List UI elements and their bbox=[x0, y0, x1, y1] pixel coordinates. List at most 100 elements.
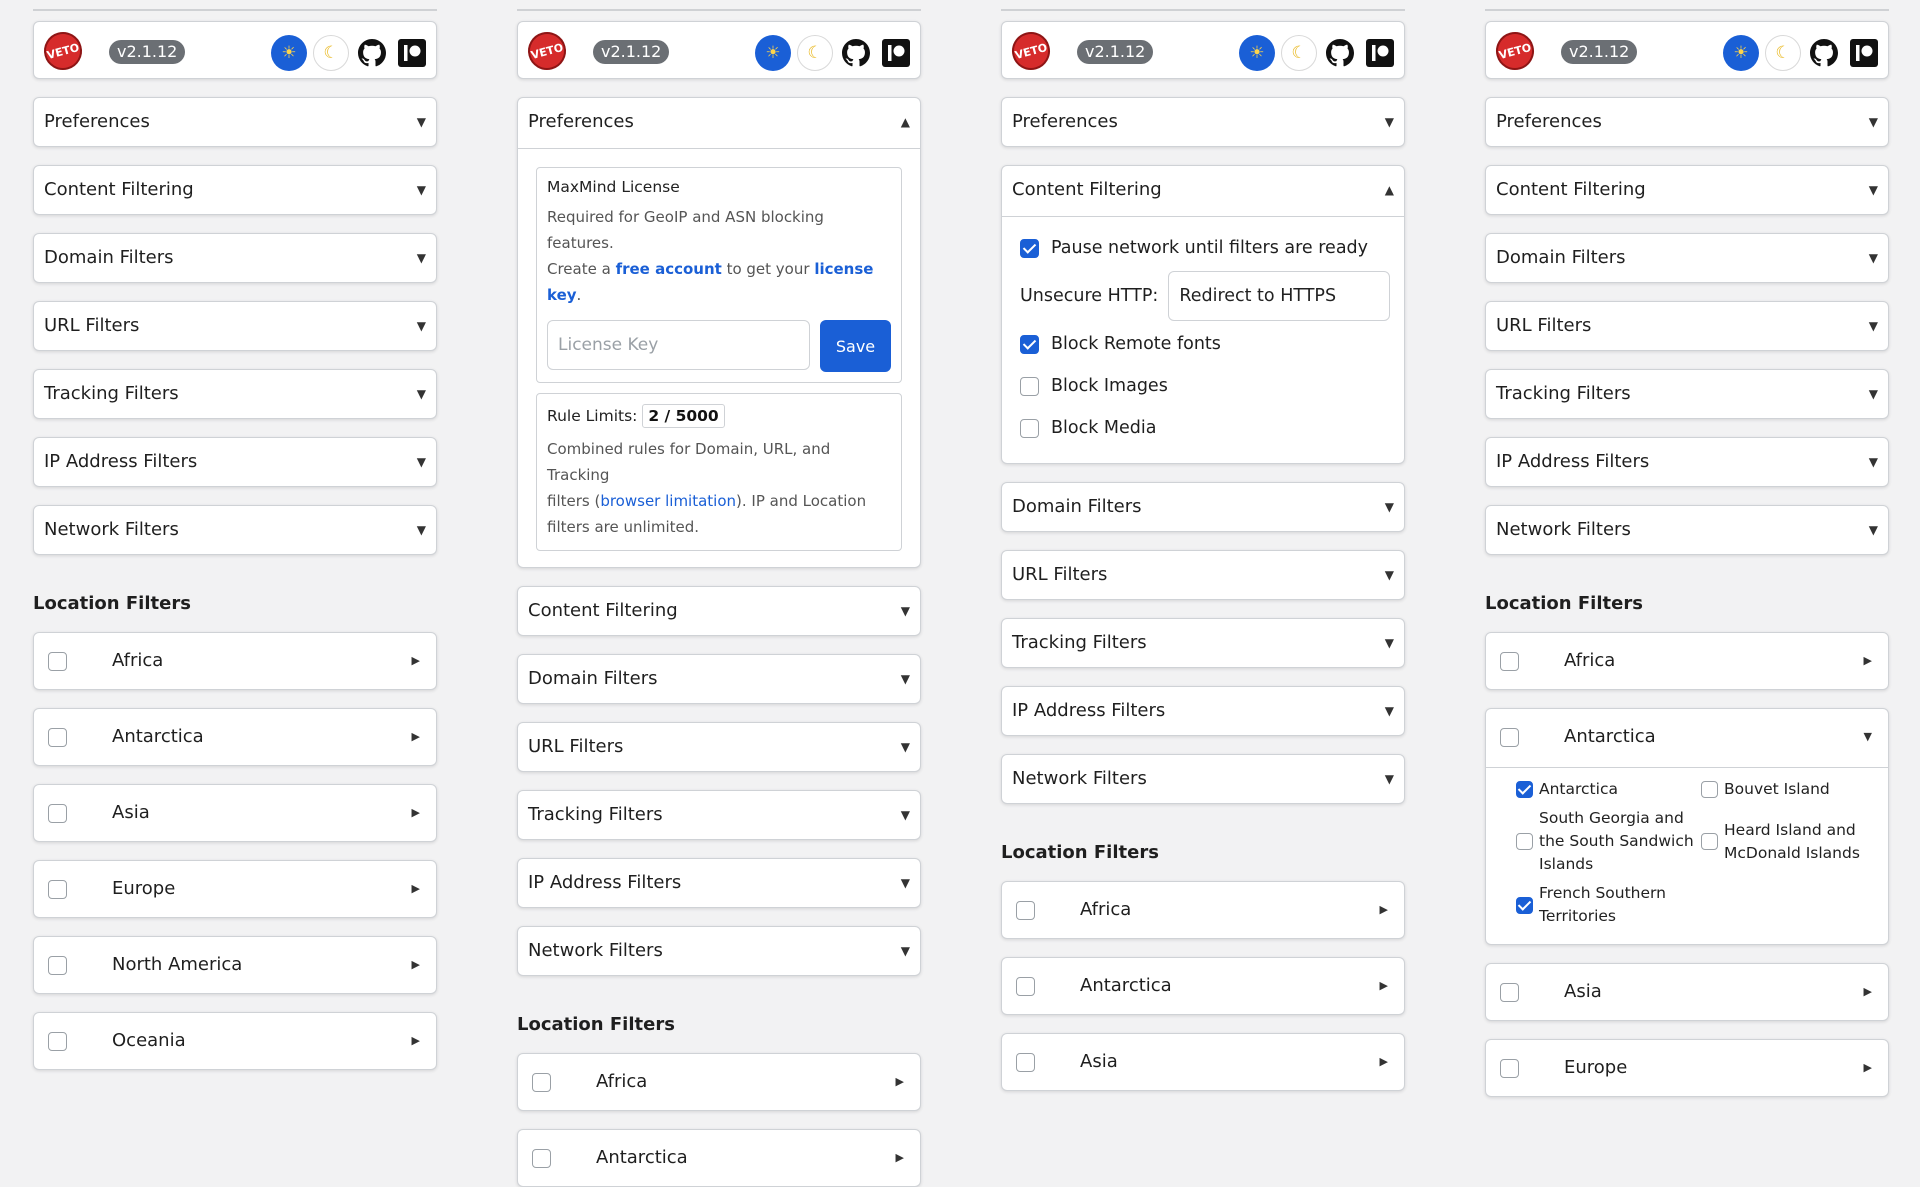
country-checkbox[interactable] bbox=[1516, 781, 1533, 798]
pause-network-option[interactable]: Pause network until filters are ready bbox=[1002, 227, 1404, 269]
moon-icon[interactable]: ☾ bbox=[1765, 35, 1801, 71]
github-icon[interactable] bbox=[838, 35, 874, 71]
country-french-southern-territories[interactable]: French Southern Territories bbox=[1516, 882, 1701, 928]
license-key-input[interactable] bbox=[547, 320, 810, 370]
block-remote-fonts-checkbox[interactable] bbox=[1020, 334, 1039, 354]
accordion-ip-address-filters[interactable]: IP Address Filters ▼ bbox=[33, 437, 437, 487]
accordion-content-filtering[interactable]: Content Filtering ▲ bbox=[1002, 166, 1404, 217]
caret-right-icon[interactable]: ▶ bbox=[1380, 958, 1388, 1014]
region-checkbox[interactable] bbox=[48, 880, 67, 899]
region-checkbox[interactable] bbox=[48, 728, 67, 747]
github-icon[interactable] bbox=[1322, 35, 1358, 71]
region-antarctica[interactable]: Antarctica ▶ bbox=[517, 1129, 921, 1187]
accordion-domain-filters[interactable]: Domain Filters ▼ bbox=[517, 654, 921, 704]
sun-icon[interactable]: ☀ bbox=[755, 35, 791, 71]
accordion-preferences[interactable]: Preferences ▼ bbox=[33, 97, 437, 147]
patreon-icon[interactable] bbox=[1846, 35, 1882, 71]
accordion-preferences[interactable]: Preferences ▼ bbox=[1485, 97, 1889, 147]
accordion-network-filters[interactable]: Network Filters ▼ bbox=[1001, 754, 1405, 804]
accordion-content-filtering[interactable]: Content Filtering ▼ bbox=[1485, 165, 1889, 215]
accordion-ip-address-filters[interactable]: IP Address Filters ▼ bbox=[1485, 437, 1889, 487]
caret-right-icon[interactable]: ▶ bbox=[412, 1013, 420, 1069]
country-south-georgia[interactable]: South Georgia and the South Sandwich Isl… bbox=[1516, 807, 1701, 876]
region-checkbox[interactable] bbox=[1500, 728, 1519, 747]
region-africa[interactable]: Africa ▶ bbox=[1001, 881, 1405, 939]
region-asia[interactable]: Asia ▶ bbox=[1001, 1033, 1405, 1091]
accordion-preferences[interactable]: Preferences ▲ bbox=[518, 98, 920, 149]
caret-right-icon[interactable]: ▶ bbox=[412, 709, 420, 765]
block-media-option[interactable]: Block Media bbox=[1002, 407, 1404, 449]
region-antarctica[interactable]: Antarctica ▼ bbox=[1486, 709, 1888, 768]
github-icon[interactable] bbox=[1806, 35, 1842, 71]
country-heard-island[interactable]: Heard Island and McDonald Islands bbox=[1701, 807, 1874, 876]
accordion-network-filters[interactable]: Network Filters ▼ bbox=[33, 505, 437, 555]
region-checkbox[interactable] bbox=[1016, 901, 1035, 920]
accordion-url-filters[interactable]: URL Filters ▼ bbox=[1001, 550, 1405, 600]
region-checkbox[interactable] bbox=[532, 1073, 551, 1092]
pause-network-checkbox[interactable] bbox=[1020, 238, 1039, 258]
country-checkbox[interactable] bbox=[1516, 896, 1533, 914]
caret-right-icon[interactable]: ▶ bbox=[1380, 882, 1388, 938]
accordion-url-filters[interactable]: URL Filters ▼ bbox=[517, 722, 921, 772]
region-europe[interactable]: Europe ▶ bbox=[33, 860, 437, 918]
sun-icon[interactable]: ☀ bbox=[1723, 35, 1759, 71]
region-africa[interactable]: Africa ▶ bbox=[1485, 632, 1889, 690]
accordion-network-filters[interactable]: Network Filters ▼ bbox=[517, 926, 921, 976]
caret-right-icon[interactable]: ▶ bbox=[1864, 964, 1872, 1020]
moon-icon[interactable]: ☾ bbox=[1281, 35, 1317, 71]
region-north-america[interactable]: North America ▶ bbox=[33, 936, 437, 994]
caret-right-icon[interactable]: ▶ bbox=[896, 1054, 904, 1110]
region-checkbox[interactable] bbox=[1500, 1059, 1519, 1078]
region-checkbox[interactable] bbox=[532, 1149, 551, 1168]
sun-icon[interactable]: ☀ bbox=[1239, 35, 1275, 71]
region-asia[interactable]: Asia ▶ bbox=[33, 784, 437, 842]
region-checkbox[interactable] bbox=[48, 1032, 67, 1051]
caret-right-icon[interactable]: ▶ bbox=[412, 633, 420, 689]
region-checkbox[interactable] bbox=[1016, 1053, 1035, 1072]
accordion-tracking-filters[interactable]: Tracking Filters ▼ bbox=[517, 790, 921, 840]
region-checkbox[interactable] bbox=[1500, 983, 1519, 1002]
accordion-tracking-filters[interactable]: Tracking Filters ▼ bbox=[1485, 369, 1889, 419]
region-checkbox[interactable] bbox=[48, 956, 67, 975]
accordion-tracking-filters[interactable]: Tracking Filters ▼ bbox=[1001, 618, 1405, 668]
caret-right-icon[interactable]: ▶ bbox=[1864, 1040, 1872, 1096]
browser-limitation-link[interactable]: browser limitation bbox=[600, 492, 736, 510]
caret-right-icon[interactable]: ▶ bbox=[896, 1130, 904, 1186]
accordion-domain-filters[interactable]: Domain Filters ▼ bbox=[1001, 482, 1405, 532]
moon-icon[interactable]: ☾ bbox=[313, 35, 349, 71]
accordion-url-filters[interactable]: URL Filters ▼ bbox=[33, 301, 437, 351]
country-checkbox[interactable] bbox=[1701, 781, 1718, 798]
caret-right-icon[interactable]: ▶ bbox=[1380, 1034, 1388, 1090]
accordion-ip-address-filters[interactable]: IP Address Filters ▼ bbox=[1001, 686, 1405, 736]
accordion-network-filters[interactable]: Network Filters ▼ bbox=[1485, 505, 1889, 555]
accordion-ip-address-filters[interactable]: IP Address Filters ▼ bbox=[517, 858, 921, 908]
unsecure-http-select[interactable]: Redirect to HTTPS bbox=[1168, 271, 1391, 321]
accordion-content-filtering[interactable]: Content Filtering ▼ bbox=[517, 586, 921, 636]
region-asia[interactable]: Asia ▶ bbox=[1485, 963, 1889, 1021]
caret-right-icon[interactable]: ▶ bbox=[412, 861, 420, 917]
region-africa[interactable]: Africa ▶ bbox=[33, 632, 437, 690]
block-media-checkbox[interactable] bbox=[1020, 418, 1039, 438]
caret-right-icon[interactable]: ▶ bbox=[412, 937, 420, 993]
region-checkbox[interactable] bbox=[1016, 977, 1035, 996]
region-oceania[interactable]: Oceania ▶ bbox=[33, 1012, 437, 1070]
accordion-preferences[interactable]: Preferences ▼ bbox=[1001, 97, 1405, 147]
accordion-domain-filters[interactable]: Domain Filters ▼ bbox=[1485, 233, 1889, 283]
country-antarctica[interactable]: Antarctica bbox=[1516, 778, 1701, 801]
region-antarctica[interactable]: Antarctica ▶ bbox=[1001, 957, 1405, 1015]
patreon-icon[interactable] bbox=[394, 35, 430, 71]
region-europe[interactable]: Europe ▶ bbox=[1485, 1039, 1889, 1097]
free-account-link[interactable]: free account bbox=[616, 260, 722, 278]
moon-icon[interactable]: ☾ bbox=[797, 35, 833, 71]
caret-right-icon[interactable]: ▶ bbox=[1864, 633, 1872, 689]
accordion-url-filters[interactable]: URL Filters ▼ bbox=[1485, 301, 1889, 351]
caret-right-icon[interactable]: ▶ bbox=[412, 785, 420, 841]
country-bouvet-island[interactable]: Bouvet Island bbox=[1701, 778, 1874, 801]
region-africa[interactable]: Africa ▶ bbox=[517, 1053, 921, 1111]
save-button[interactable]: Save bbox=[820, 320, 891, 372]
block-images-checkbox[interactable] bbox=[1020, 376, 1039, 396]
sun-icon[interactable]: ☀ bbox=[271, 35, 307, 71]
accordion-tracking-filters[interactable]: Tracking Filters ▼ bbox=[33, 369, 437, 419]
region-checkbox[interactable] bbox=[48, 804, 67, 823]
country-checkbox[interactable] bbox=[1516, 833, 1533, 850]
